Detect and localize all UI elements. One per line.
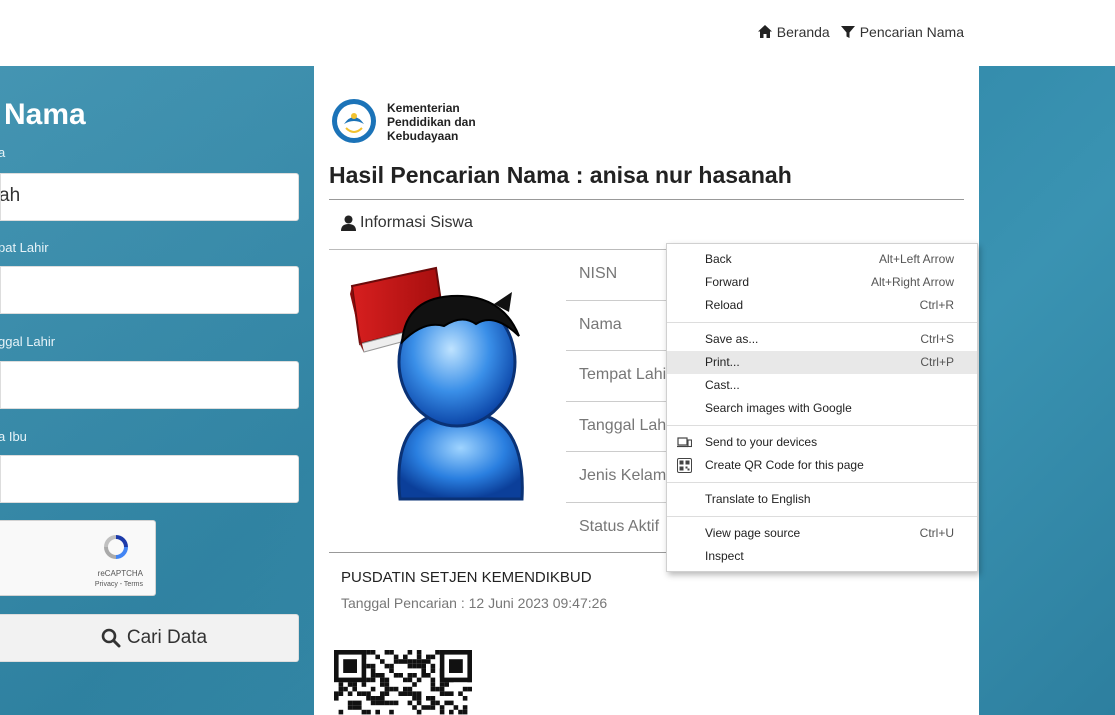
menu-item-shortcut: Alt+Left Arrow [878, 252, 954, 266]
nama-input[interactable]: ah [0, 173, 299, 221]
organization-name: PUSDATIN SETJEN KEMENDIKBUD [341, 569, 592, 586]
menu-item-label: Save as... [705, 332, 759, 346]
menu-item-label: Inspect [705, 549, 744, 563]
menu-item-reload[interactable]: Reload Ctrl+R [667, 294, 977, 317]
nav-link-beranda[interactable]: Beranda [757, 24, 830, 40]
ministry-line: Kementerian [387, 101, 460, 115]
nama-ibu-input[interactable] [0, 455, 299, 503]
menu-item-create-qr-code[interactable]: Create QR Code for this page [667, 454, 977, 477]
menu-separator [667, 516, 977, 517]
menu-item-view-page-source[interactable]: View page source Ctrl+U [667, 522, 977, 545]
menu-item-label: Print... [705, 355, 740, 369]
menu-item-label: Send to your devices [705, 435, 818, 449]
search-icon [101, 628, 121, 648]
recaptcha-label: reCAPTCHA [97, 569, 143, 578]
field-label-nama: a [0, 145, 6, 160]
cari-data-label: Cari Data [126, 627, 208, 648]
qr-code-icon [334, 650, 472, 715]
menu-item-label: Reload [705, 298, 744, 312]
ministry-name: Kementerian Pendidikan dan Kebudayaan [387, 101, 476, 143]
menu-item-send-to-devices[interactable]: Send to your devices [667, 431, 977, 454]
menu-item-label: Forward [705, 275, 750, 289]
user-icon [341, 215, 356, 231]
menu-item-shortcut: Ctrl+P [920, 355, 954, 369]
qr-code-icon [677, 458, 692, 473]
menu-item-translate[interactable]: Translate to English [667, 488, 977, 511]
tempat-lahir-input[interactable] [0, 266, 299, 314]
recaptcha-icon [104, 535, 128, 559]
recaptcha-links[interactable]: Privacy - Terms [95, 581, 143, 588]
ministry-line: Kebudayaan [387, 129, 459, 143]
devices-icon [677, 437, 692, 448]
menu-item-label: View page source [705, 526, 801, 540]
menu-item-shortcut: Alt+Right Arrow [870, 275, 954, 289]
menu-item-print[interactable]: Print... Ctrl+P [667, 351, 977, 374]
tab-label: Informasi Siswa [360, 214, 473, 231]
menu-item-label: Back [705, 252, 732, 266]
tanggal-lahir-input[interactable] [0, 361, 299, 409]
menu-item-label: Search images with Google [705, 401, 852, 415]
search-form: Nama a ah pat Lahir ggal Lahir a Ibu reC… [0, 66, 314, 715]
menu-item-shortcut: Ctrl+U [919, 526, 954, 540]
menu-item-back[interactable]: Back Alt+Left Arrow [667, 248, 977, 271]
menu-separator [667, 322, 977, 323]
menu-separator [667, 425, 977, 426]
menu-item-label: Translate to English [705, 492, 811, 506]
nav-links: Beranda Pencarian Nama [757, 24, 964, 40]
cari-data-button[interactable]: Cari Data [0, 614, 299, 662]
result-title: Hasil Pencarian Nama : anisa nur hasanah [329, 162, 792, 188]
field-label-tanggal-lahir: ggal Lahir [0, 334, 56, 349]
search-date: Tanggal Pencarian : 12 Juni 2023 09:47:2… [341, 595, 608, 611]
nav-link-label: Pencarian Nama [859, 24, 964, 40]
context-menu: Back Alt+Left Arrow Forward Alt+Right Arro… [666, 243, 978, 572]
menu-item-search-images[interactable]: Search images with Google [667, 397, 977, 420]
menu-item-label: Create QR Code for this page [705, 458, 864, 472]
menu-item-inspect[interactable]: Inspect [667, 545, 977, 568]
student-avatar-icon [350, 266, 524, 501]
nav-link-label: Beranda [776, 24, 830, 40]
menu-item-shortcut: Ctrl+R [919, 298, 954, 312]
search-form-title: Nama [4, 98, 86, 131]
menu-separator [667, 482, 977, 483]
tut-wuri-handayani-logo-icon [332, 99, 376, 143]
menu-item-shortcut: Ctrl+S [920, 332, 954, 346]
ministry-line: Pendidikan dan [387, 115, 476, 129]
filter-icon [840, 26, 855, 38]
home-icon [757, 25, 772, 38]
menu-item-label: Cast... [705, 378, 740, 392]
field-label-nama-ibu: a Ibu [0, 429, 27, 444]
nama-input-value: ah [0, 185, 21, 206]
tab-informasi-siswa[interactable]: Informasi Siswa [341, 214, 473, 232]
menu-item-save-as[interactable]: Save as... Ctrl+S [667, 328, 977, 351]
recaptcha-widget[interactable]: reCAPTCHA Privacy - Terms [0, 520, 156, 596]
menu-item-forward[interactable]: Forward Alt+Right Arrow [667, 271, 977, 294]
top-navbar: Beranda Pencarian Nama [0, 0, 1115, 66]
divider [329, 199, 964, 200]
field-label-tempat-lahir: pat Lahir [0, 240, 49, 255]
menu-item-cast[interactable]: Cast... [667, 374, 977, 397]
nav-link-pencarian-nama[interactable]: Pencarian Nama [840, 24, 964, 40]
